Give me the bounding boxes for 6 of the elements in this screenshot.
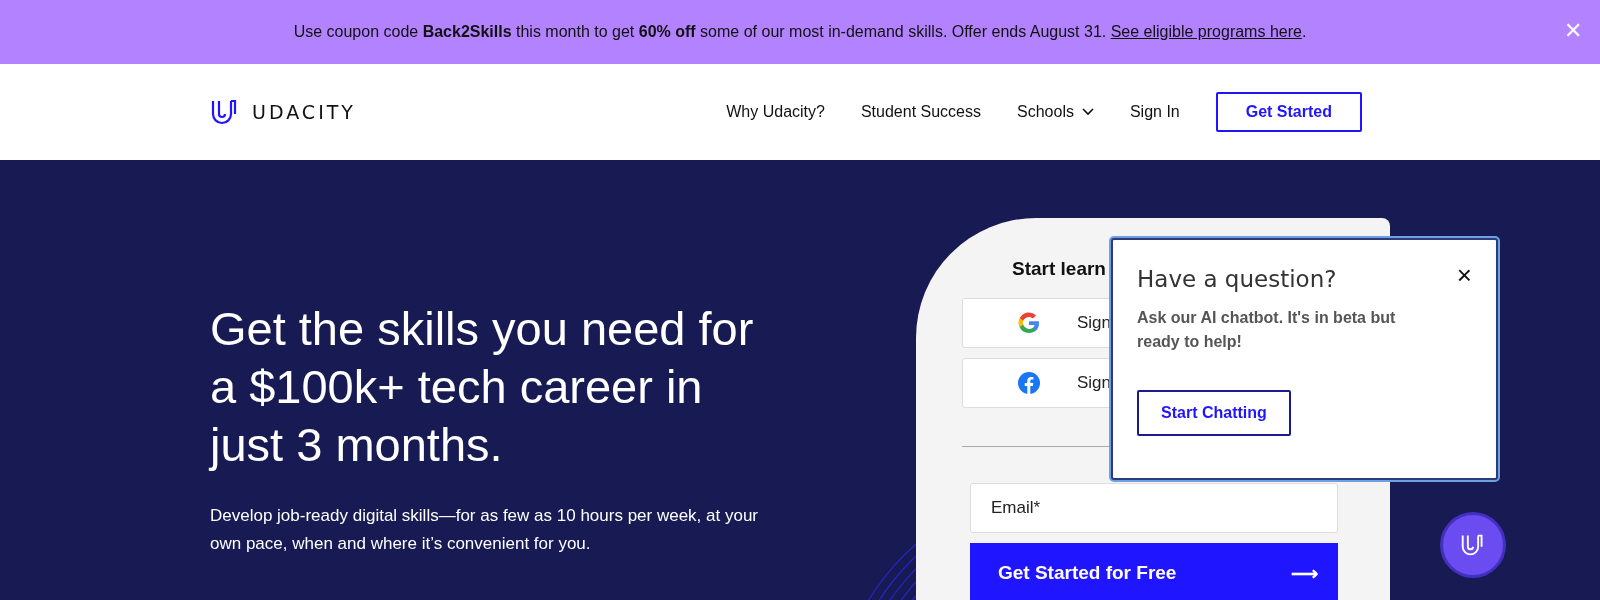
- promo-text: Use coupon code Back2Skills this month to get 60% off some of our most in-demand skills. Offer ends August 31. See eligible programs here.: [293, 23, 1307, 41]
- popup-message: Ask our AI chatbot. It's in beta but ready to help!: [1137, 308, 1397, 352]
- hero-subtext: Develop job-ready digital skills—for as few as 10 hours per week, at your own pace, when and where it’s convenient for you.: [210, 505, 760, 555]
- popup-title: Have a question?: [1137, 266, 1337, 292]
- hero-heading: Get the skills you need for a $100k+ tech career in just 3 months.: [210, 301, 755, 473]
- signup-title: Start learn: [1012, 258, 1106, 280]
